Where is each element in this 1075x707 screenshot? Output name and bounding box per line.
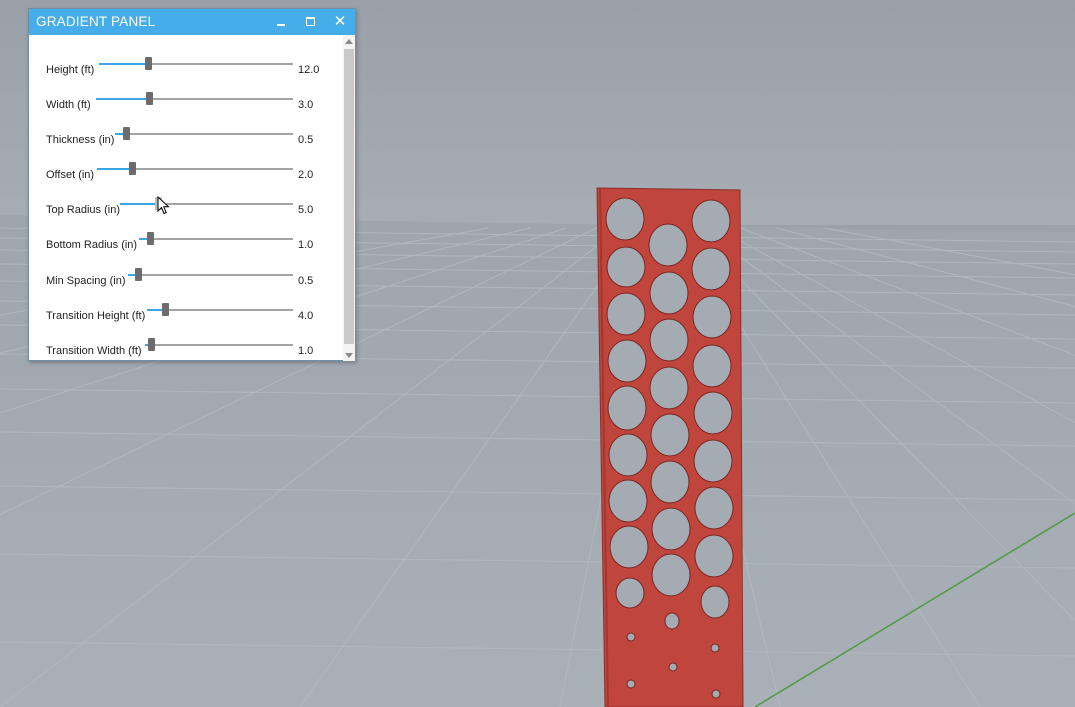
slider-row: Height (ft) 12.0 [29, 53, 343, 88]
slider-thumb[interactable] [144, 57, 152, 70]
slider-thumb[interactable] [146, 92, 154, 105]
slider-row: Width (ft) 3.0 [29, 88, 343, 123]
slider-thumb[interactable] [129, 162, 137, 175]
perforated-panel-model [596, 187, 744, 707]
slider-value: 2.0 [298, 169, 314, 181]
panel-hole [664, 612, 680, 630]
slider-label: Height (ft) [46, 64, 95, 76]
slider-row: Transition Height (ft) 4.0 [29, 299, 343, 334]
slider-row: Min Spacing (in) 0.5 [29, 264, 343, 299]
slider-row: Top Radius (in) 5.0 [29, 193, 343, 228]
panel-hole [651, 507, 691, 551]
slider-value: 4.0 [298, 310, 314, 322]
mouse-pointer-icon [157, 196, 170, 215]
slider-row: Offset (in) 2.0 [29, 158, 343, 193]
slider-thumb[interactable] [147, 338, 155, 351]
scroll-down-arrow-icon[interactable] [345, 353, 353, 358]
slider-value: 12.0 [298, 64, 320, 76]
panel-hole [693, 439, 733, 483]
slider-row: Transition Width (ft) 1.0 [29, 334, 343, 369]
panel-hole [607, 385, 647, 431]
panel-hole [605, 197, 645, 241]
slider-track[interactable] [145, 338, 293, 351]
slider-value: 0.5 [298, 134, 314, 146]
close-button[interactable]: ✕ [326, 9, 354, 35]
slider-value: 3.0 [298, 99, 314, 111]
close-icon: ✕ [333, 13, 347, 30]
panel-titlebar[interactable]: GRADIENT PANEL ✕ [29, 9, 355, 35]
panel-hole [606, 292, 646, 336]
gradient-panel: GRADIENT PANEL ✕ Height (ft) 12.0 Width (f… [28, 8, 356, 361]
minimize-button[interactable] [267, 9, 295, 35]
slider-fill [96, 98, 150, 100]
maximize-button[interactable] [296, 9, 324, 35]
scrollbar-thumb[interactable] [344, 49, 354, 344]
panel-hole [626, 679, 636, 689]
slider-thumb[interactable] [146, 232, 154, 245]
slider-label: Thickness (in) [46, 134, 115, 146]
panel-hole [668, 662, 678, 672]
slider-thumb[interactable] [134, 268, 142, 281]
slider-track[interactable] [139, 232, 293, 245]
slider-value: 0.5 [298, 275, 314, 287]
maximize-icon [305, 17, 315, 26]
slider-row: Bottom Radius (in) 1.0 [29, 228, 343, 263]
panel-hole [650, 413, 690, 457]
slider-track[interactable] [147, 303, 293, 316]
slider-label: Min Spacing (in) [46, 275, 126, 287]
slider-track[interactable] [115, 127, 293, 140]
panel-hole [649, 366, 689, 410]
panel-hole [650, 460, 690, 504]
panel-hole [691, 199, 731, 243]
panel-hole [691, 247, 731, 291]
panel-hole [651, 553, 691, 597]
panel-hole [608, 479, 648, 523]
scroll-up-arrow-icon[interactable] [345, 39, 353, 44]
slider-fill [97, 168, 133, 170]
panel-hole [607, 339, 647, 383]
panel-hole [700, 585, 730, 619]
slider-label: Transition Height (ft) [46, 310, 146, 322]
slider-track[interactable] [120, 197, 293, 210]
slider-label: Transition Width (ft) [46, 345, 142, 357]
panel-hole [693, 391, 733, 435]
panel-hole [649, 318, 689, 362]
panel-title: GRADIENT PANEL [36, 14, 156, 29]
slider-list: Height (ft) 12.0 Width (ft) 3.0 Thickness (i… [29, 35, 343, 361]
panel-scrollbar[interactable] [343, 35, 355, 361]
panel-hole [648, 223, 688, 267]
slider-label: Bottom Radius (in) [46, 239, 138, 251]
panel-hole [694, 486, 734, 530]
slider-track[interactable] [97, 162, 293, 175]
panel-hole [694, 534, 734, 578]
panel-hole [609, 525, 649, 569]
panel-hole [615, 577, 645, 609]
panel-hole [710, 643, 720, 653]
slider-thumb[interactable] [161, 303, 169, 316]
panel-hole [711, 689, 721, 699]
slider-value: 1.0 [298, 345, 314, 357]
slider-track[interactable] [96, 92, 293, 105]
panel-hole [626, 632, 636, 642]
slider-row: Thickness (in) 0.5 [29, 123, 343, 158]
panel-hole [608, 433, 648, 477]
slider-fill [99, 63, 148, 65]
slider-label: Width (ft) [46, 99, 91, 111]
slider-track[interactable] [99, 57, 293, 70]
panel-hole [606, 246, 646, 288]
slider-thumb[interactable] [122, 127, 130, 140]
slider-label: Top Radius (in) [46, 204, 120, 216]
slider-value: 1.0 [298, 239, 314, 251]
slider-value: 5.0 [298, 204, 314, 216]
panel-hole [692, 344, 732, 388]
slider-fill [120, 203, 159, 205]
slider-label: Offset (in) [46, 169, 95, 181]
minimize-icon [277, 24, 285, 26]
panel-hole [649, 271, 689, 315]
panel-hole [692, 295, 732, 339]
slider-track[interactable] [128, 268, 293, 281]
